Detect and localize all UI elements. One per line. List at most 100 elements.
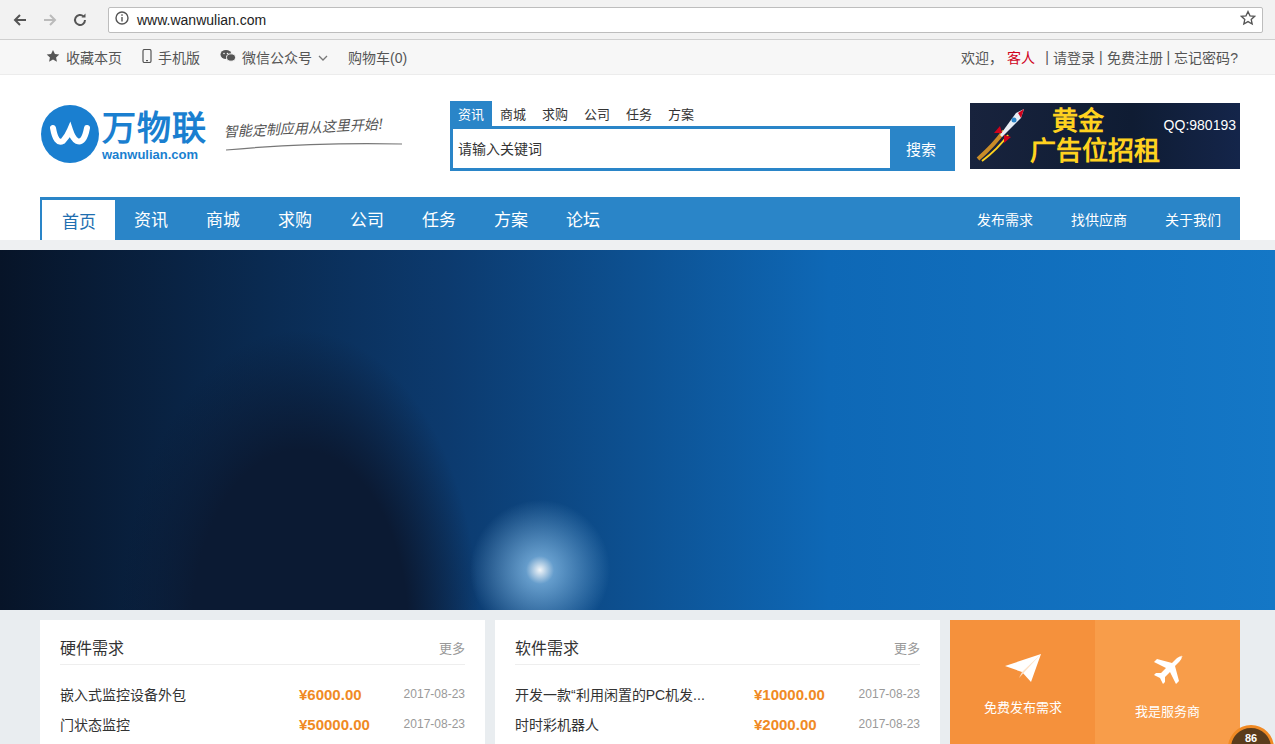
action-button[interactable]: 我是服务商 xyxy=(1095,620,1240,744)
ad-banner[interactable]: 黄金 QQ:980193广告位招租 xyxy=(970,103,1240,169)
slogan: 智能定制应用从这里开始! xyxy=(224,117,424,155)
search: 资讯商城求购公司任务方案搜索 xyxy=(450,101,955,171)
account-link[interactable]: 免费注册 xyxy=(1107,47,1163,67)
nav-link[interactable]: 发布需求 xyxy=(958,197,1052,240)
logo-text: 万物联 wanwulian.com xyxy=(102,111,207,161)
main-nav: 首页资讯商城求购公司任务方案论坛 发布需求找供应商关于我们 xyxy=(40,197,1240,240)
ad-qq: QQ:980193 xyxy=(1164,116,1236,136)
back-arrow-icon[interactable] xyxy=(10,10,30,30)
forward-arrow-icon[interactable] xyxy=(40,10,60,30)
quick-link[interactable]: 购物车(0) xyxy=(348,47,407,67)
logo-name: 万物联 xyxy=(102,111,207,145)
ad-text: 黄金 QQ:980193广告位招租 xyxy=(1030,106,1236,166)
account-links: 欢迎，客人|请登录|免费注册|忘记密码? xyxy=(961,47,1240,67)
nav-item[interactable]: 商城 xyxy=(187,197,259,240)
bottom-inner: 硬件需求更多嵌入式监控设备外包¥6000.002017-08-23门状态监控¥5… xyxy=(40,620,1240,744)
demand-title[interactable]: 开发一款“利用闲置的PC机发... xyxy=(515,684,754,704)
quick-link-text[interactable]: 手机版 xyxy=(158,47,200,67)
demand-price: ¥6000.00 xyxy=(299,686,395,703)
more-link[interactable]: 更多 xyxy=(439,638,465,657)
demand-date: 2017-08-23 xyxy=(395,687,465,701)
demand-section: 硬件需求更多嵌入式监控设备外包¥6000.002017-08-23门状态监控¥5… xyxy=(0,610,1275,744)
demand-title[interactable]: 时时彩机器人 xyxy=(515,714,754,734)
demand-price: ¥50000.00 xyxy=(299,716,395,733)
wechat-icon xyxy=(220,49,236,66)
rocket-icon xyxy=(974,105,1030,167)
separator: | xyxy=(1167,49,1171,65)
nav-item[interactable]: 公司 xyxy=(331,197,403,240)
demand-title[interactable]: 门状态监控 xyxy=(60,714,299,734)
site-logo[interactable]: 万物联 wanwulian.com xyxy=(40,104,210,168)
divider xyxy=(0,240,1275,250)
nav-item[interactable]: 求购 xyxy=(259,197,331,240)
demand-date: 2017-08-23 xyxy=(395,717,465,731)
header-inner: 万物联 wanwulian.com 智能定制应用从这里开始! 资讯商城求购公司任务方案… xyxy=(40,75,1240,197)
ad-title: 黄金 xyxy=(1052,106,1104,136)
search-input[interactable] xyxy=(453,129,890,168)
nav-link[interactable]: 关于我们 xyxy=(1146,197,1240,240)
logo-domain: wanwulian.com xyxy=(102,148,207,161)
nav-right: 发布需求找供应商关于我们 xyxy=(958,197,1240,240)
slogan-text: 智能定制应用从这里开始! xyxy=(224,113,384,141)
nav-row: 首页资讯商城求购公司任务方案论坛 发布需求找供应商关于我们 xyxy=(0,197,1275,240)
chevron-down-icon xyxy=(318,49,328,65)
search-button[interactable]: 搜索 xyxy=(890,129,952,168)
separator: | xyxy=(1045,49,1049,65)
demand-row[interactable]: 嵌入式监控设备外包¥6000.002017-08-23 xyxy=(60,679,465,709)
more-link[interactable]: 更多 xyxy=(894,638,920,657)
quick-link-text[interactable]: 收藏本页 xyxy=(66,47,122,67)
card-title: 软件需求 xyxy=(515,635,579,659)
demand-date: 2017-08-23 xyxy=(850,687,920,701)
nav-item[interactable]: 任务 xyxy=(403,197,475,240)
search-tabs: 资讯商城求购公司任务方案 xyxy=(450,101,955,126)
demand-title[interactable]: 嵌入式监控设备外包 xyxy=(60,684,299,704)
header: 万物联 wanwulian.com 智能定制应用从这里开始! 资讯商城求购公司任务方案… xyxy=(0,75,1275,197)
reload-icon[interactable] xyxy=(70,10,90,30)
demand-row[interactable]: 门状态监控¥50000.002017-08-23 xyxy=(60,709,465,739)
quick-link[interactable]: 收藏本页 xyxy=(46,47,122,67)
card-header: 硬件需求 更多 xyxy=(60,620,465,665)
action-button[interactable]: 免费发布需求 xyxy=(950,620,1095,744)
bookmark-star-icon[interactable] xyxy=(1240,10,1256,30)
demand-card: 软件需求 更多开发一款“利用闲置的PC机发...¥10000.002017-08-… xyxy=(495,620,940,744)
quick-link[interactable]: 微信公众号 xyxy=(220,47,328,67)
quick-link-text[interactable]: 购物车(0) xyxy=(348,47,407,67)
demand-row[interactable]: 开发一款“利用闲置的PC机发...¥10000.002017-08-23 xyxy=(515,679,920,709)
card-header: 软件需求 更多 xyxy=(515,620,920,665)
hero-banner[interactable] xyxy=(0,250,1275,610)
account-link[interactable]: 请登录 xyxy=(1053,47,1095,67)
badge-count: 86 xyxy=(1245,732,1257,744)
search-tab[interactable]: 公司 xyxy=(576,101,618,126)
ad-row: 黄金 QQ:980193 xyxy=(1030,106,1236,136)
nav-link[interactable]: 找供应商 xyxy=(1052,197,1146,240)
star-icon xyxy=(46,49,60,66)
address-text[interactable]: www.wanwulian.com xyxy=(137,12,1232,28)
demand-price: ¥10000.00 xyxy=(754,686,850,703)
nav-item[interactable]: 论坛 xyxy=(547,197,619,240)
nav-item[interactable]: 首页 xyxy=(42,200,115,240)
quick-link[interactable]: 手机版 xyxy=(142,47,200,67)
paper-plane-icon xyxy=(1003,652,1043,687)
action-label: 免费发布需求 xyxy=(984,697,1062,716)
demand-list: 嵌入式监控设备外包¥6000.002017-08-23门状态监控¥50000.0… xyxy=(60,665,465,739)
user-name: 客人 xyxy=(1007,47,1035,67)
search-box: 搜索 xyxy=(450,126,955,171)
browser-toolbar: www.wanwulian.com xyxy=(0,0,1275,40)
action-panel: 免费发布需求 我是服务商 xyxy=(950,620,1240,744)
demand-row[interactable]: 时时彩机器人¥2000.002017-08-23 xyxy=(515,709,920,739)
search-tab[interactable]: 方案 xyxy=(660,101,702,126)
search-tab[interactable]: 资讯 xyxy=(450,101,492,126)
account-link[interactable]: 忘记密码? xyxy=(1174,47,1238,67)
top-bar: 收藏本页手机版微信公众号购物车(0)欢迎，客人|请登录|免费注册|忘记密码? xyxy=(0,40,1275,75)
top-bar-inner: 收藏本页手机版微信公众号购物车(0)欢迎，客人|请登录|免费注册|忘记密码? xyxy=(40,40,1240,74)
nav-item[interactable]: 方案 xyxy=(475,197,547,240)
search-tab[interactable]: 求购 xyxy=(534,101,576,126)
search-tab[interactable]: 商城 xyxy=(492,101,534,126)
card-title: 硬件需求 xyxy=(60,635,124,659)
quick-link-text[interactable]: 微信公众号 xyxy=(242,47,312,67)
address-bar[interactable]: www.wanwulian.com xyxy=(108,7,1263,33)
ad-subtitle: 广告位招租 xyxy=(1030,136,1236,166)
nav-item[interactable]: 资讯 xyxy=(115,197,187,240)
info-icon[interactable] xyxy=(115,11,129,29)
search-tab[interactable]: 任务 xyxy=(618,101,660,126)
